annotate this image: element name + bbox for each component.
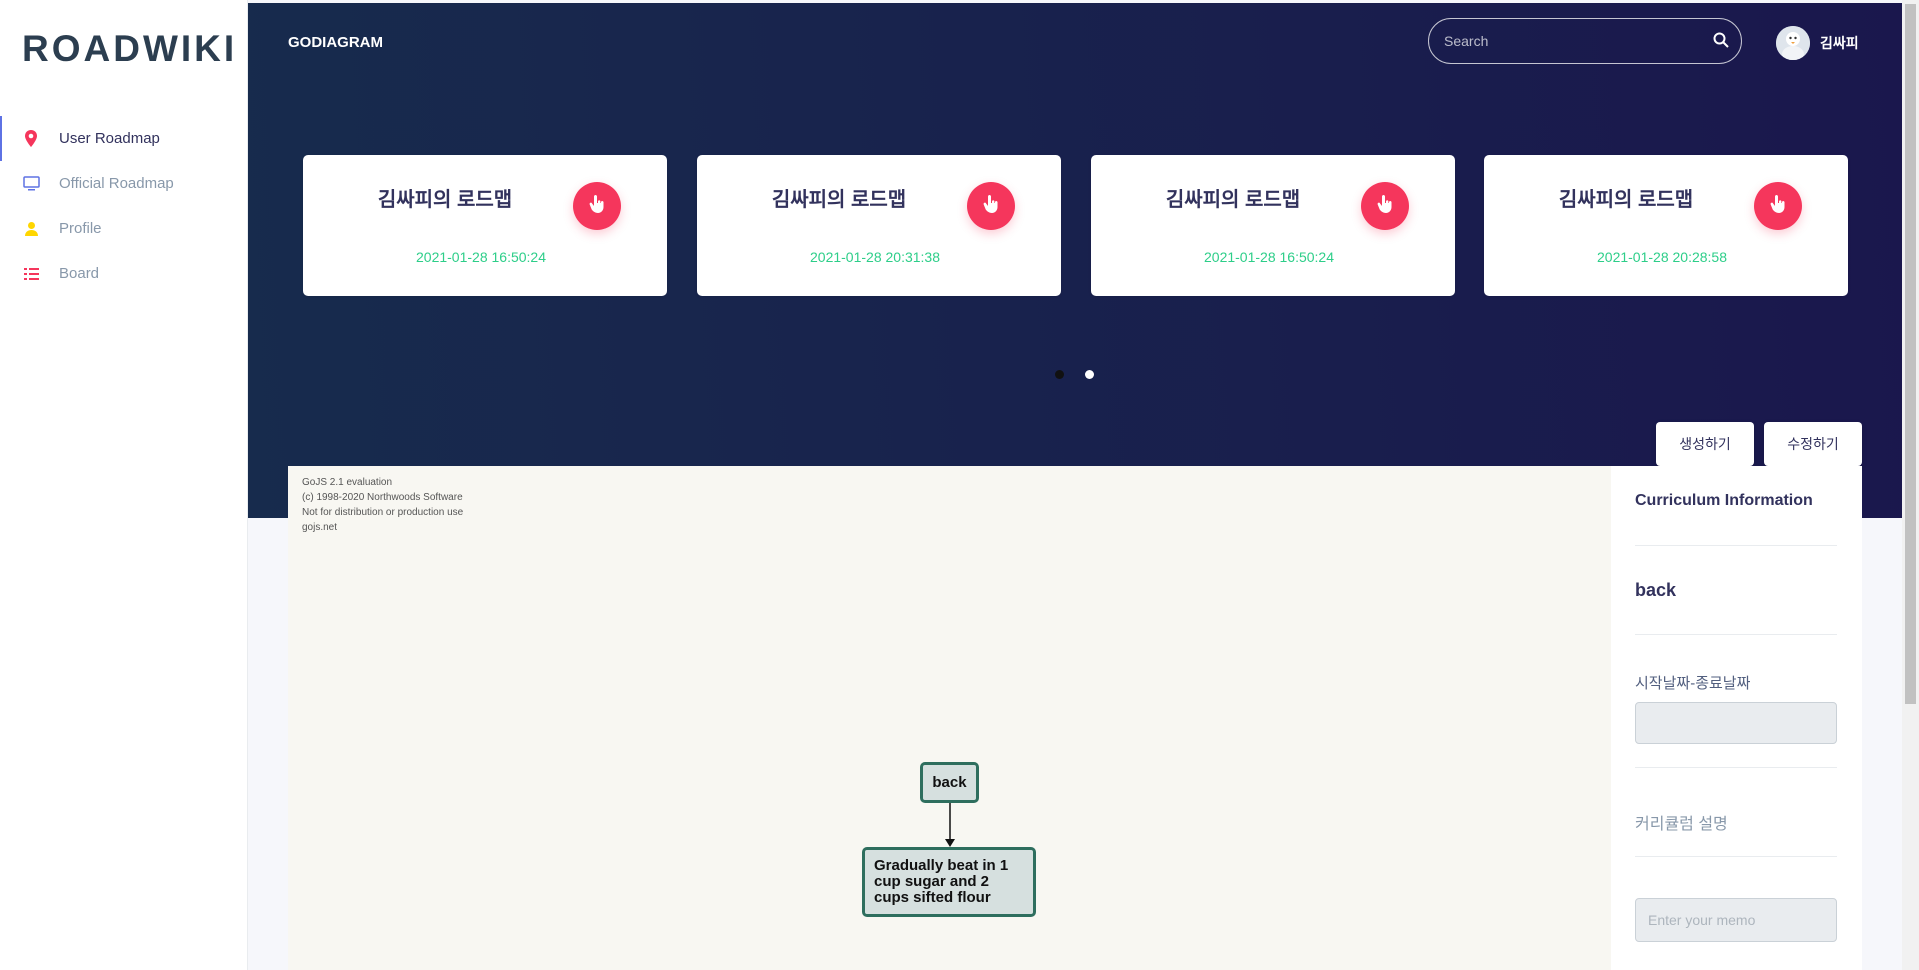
list-icon <box>22 265 40 283</box>
card-action-button[interactable] <box>967 182 1015 230</box>
search-input[interactable] <box>1442 32 1706 50</box>
sidebar-nav: User Roadmap Official Roadmap Profile Bo… <box>0 116 248 296</box>
hand-pointer-icon <box>1377 194 1393 218</box>
hand-pointer-icon <box>1770 194 1786 218</box>
diagram-node[interactable]: Gradually beat in 1 cup sugar and 2 cups… <box>862 847 1036 917</box>
sidebar-item-user-roadmap[interactable]: User Roadmap <box>0 116 248 161</box>
watermark-line: Not for distribution or production use <box>302 507 464 518</box>
sidebar-item-label: Official Roadmap <box>59 175 174 192</box>
map-pin-icon <box>22 130 40 148</box>
card-date: 2021-01-28 20:31:38 <box>810 249 940 265</box>
divider <box>1635 545 1837 546</box>
page-scrollbar[interactable] <box>1902 0 1919 970</box>
sidebar: ROADWIKI User Roadmap Official Roadmap P… <box>0 0 248 970</box>
card-action-button[interactable] <box>573 182 621 230</box>
card-date: 2021-01-28 20:28:58 <box>1597 249 1727 265</box>
card-action-button[interactable] <box>1754 182 1802 230</box>
card-date: 2021-01-28 16:50:24 <box>1204 249 1334 265</box>
roadmap-card[interactable]: 김싸피의 로드맵 2021-01-28 16:50:24 <box>303 155 667 296</box>
divider <box>1635 767 1837 768</box>
card-title: 김싸피의 로드맵 <box>771 189 907 211</box>
carousel-indicators <box>1055 370 1115 379</box>
date-range-field[interactable] <box>1635 702 1837 744</box>
sidebar-item-board[interactable]: Board <box>0 251 248 296</box>
memo-input[interactable] <box>1635 898 1837 942</box>
sidebar-item-label: User Roadmap <box>59 130 160 147</box>
hand-pointer-icon <box>589 194 605 218</box>
search-box[interactable] <box>1428 18 1742 64</box>
card-title: 김싸피의 로드맵 <box>1558 189 1694 211</box>
edit-button[interactable]: 수정하기 <box>1764 422 1862 466</box>
diagram-canvas[interactable]: GoJS 2.1 evaluation (c) 1998-2020 Northw… <box>288 466 1611 970</box>
user-icon <box>22 220 40 238</box>
selected-node-name: back <box>1635 580 1677 600</box>
sidebar-item-label: Board <box>59 265 100 282</box>
date-range-label: 시작날짜-종료날짜 <box>1635 675 1751 692</box>
card-date: 2021-01-28 16:50:24 <box>416 249 546 265</box>
watermark-line: gojs.net <box>302 522 338 533</box>
page-title[interactable]: GODIAGRAM <box>288 34 383 51</box>
sidebar-item-profile[interactable]: Profile <box>0 206 248 251</box>
carousel-dot[interactable] <box>1055 370 1064 379</box>
diagram-node[interactable]: back <box>920 762 979 803</box>
roadmap-card[interactable]: 김싸피의 로드맵 2021-01-28 20:28:58 <box>1484 155 1848 296</box>
divider <box>1635 634 1837 635</box>
watermark-line: (c) 1998-2020 Northwoods Software <box>302 492 463 503</box>
card-title: 김싸피의 로드맵 <box>1165 189 1301 211</box>
carousel-dot[interactable] <box>1085 370 1094 379</box>
roadmap-card[interactable]: 김싸피의 로드맵 2021-01-28 20:31:38 <box>697 155 1061 296</box>
watermark-line: GoJS 2.1 evaluation <box>302 477 393 488</box>
sidebar-item-label: Profile <box>59 220 102 237</box>
user-name: 김싸피 <box>1820 35 1859 51</box>
divider <box>1635 856 1837 857</box>
gojs-watermark: GoJS 2.1 evaluation (c) 1998-2020 Northw… <box>302 475 463 535</box>
avatar[interactable] <box>1776 26 1810 60</box>
card-action-button[interactable] <box>1361 182 1409 230</box>
node-link-arrow <box>945 803 955 847</box>
create-button[interactable]: 생성하기 <box>1656 422 1754 466</box>
hand-pointer-icon <box>983 194 999 218</box>
roadmap-card[interactable]: 김싸피의 로드맵 2021-01-28 16:50:24 <box>1091 155 1455 296</box>
description-label: 커리큘럼 설명 <box>1635 816 1728 833</box>
curriculum-info-panel: Curriculum Information back 시작날짜-종료날짜 커리… <box>1611 466 1862 970</box>
search-icon[interactable] <box>1713 32 1729 53</box>
app-logo[interactable]: ROADWIKI <box>22 28 237 70</box>
scrollbar-thumb[interactable] <box>1905 4 1916 704</box>
sidebar-item-official-roadmap[interactable]: Official Roadmap <box>0 161 248 206</box>
card-title: 김싸피의 로드맵 <box>377 189 513 211</box>
user-menu[interactable]: 김싸피 <box>1776 26 1859 60</box>
monitor-icon <box>22 175 40 193</box>
panel-title: Curriculum Information <box>1635 492 1813 509</box>
